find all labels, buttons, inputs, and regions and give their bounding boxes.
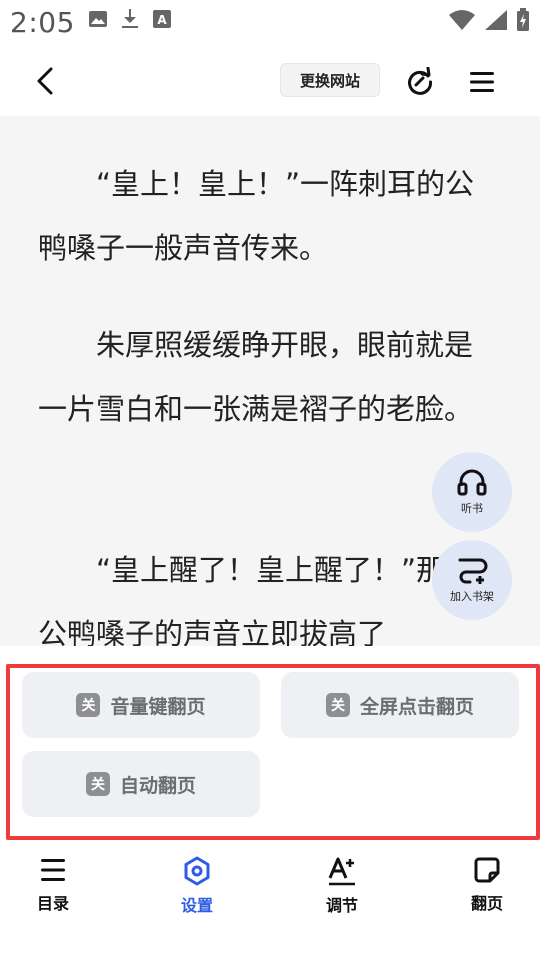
auto-page-turn-toggle[interactable]: 关 自动翻页 (22, 751, 260, 817)
status-bar: 2:05 A (0, 0, 540, 46)
font-adjust-icon (328, 857, 355, 886)
add-to-shelf-label: 加入书架 (450, 590, 494, 603)
fullscreen-tap-page-turn-label: 全屏点击翻页 (359, 695, 474, 718)
change-site-button[interactable]: 更换网站 (280, 63, 380, 97)
nav-catalog-label: 目录 (36, 894, 69, 913)
reader-paragraph: 朱厚照缓缓睁开眼，眼前就是一片雪白和一张满是褶子的老脸。 (38, 328, 474, 426)
wifi-icon (449, 10, 475, 30)
off-badge: 关 (325, 693, 350, 717)
back-button[interactable] (28, 62, 62, 100)
status-system-icons (448, 8, 530, 32)
auto-page-turn-label: 自动翻页 (119, 774, 196, 797)
svg-text:A: A (157, 13, 167, 27)
add-shelf-icon (458, 558, 488, 584)
reader-paragraph: “皇上！皇上！”一阵刺耳的公鸭嗓子一般声音传来。 (38, 167, 475, 265)
image-icon (89, 11, 107, 27)
headphones-icon (457, 469, 487, 496)
status-notification-icons: A (88, 8, 172, 30)
list-icon (41, 859, 65, 881)
reader-paragraph: “皇上醒了！皇上醒了！”那个公鸭嗓子的声音立即拔高了 (38, 553, 475, 646)
page-turn-icon (474, 857, 500, 883)
volume-key-page-turn-toggle[interactable]: 关 音量键翻页 (22, 672, 260, 738)
menu-icon (470, 72, 494, 92)
volume-key-page-turn-label: 音量键翻页 (110, 695, 206, 718)
off-badge: 关 (76, 693, 101, 717)
off-badge: 关 (85, 772, 110, 796)
refresh-icon (408, 67, 433, 95)
font-a-icon: A (153, 10, 171, 28)
top-nav: 更换网站 (0, 46, 540, 116)
download-icon (122, 9, 138, 28)
listen-book-label: 听书 (461, 502, 483, 515)
settings-hexagon-icon (184, 856, 210, 886)
chevron-left-icon (37, 67, 53, 95)
refresh-button[interactable] (402, 64, 438, 100)
nav-adjust[interactable]: 调节 (302, 856, 382, 922)
listen-book-button[interactable]: 听书 (432, 452, 512, 532)
bottom-nav: 目录 设置 调节 翻页 (0, 846, 540, 960)
nav-adjust-label: 调节 (325, 896, 358, 915)
menu-button[interactable] (464, 64, 500, 100)
nav-settings[interactable]: 设置 (157, 856, 237, 922)
status-time: 2:05 (10, 6, 75, 39)
add-to-shelf-button[interactable]: 加入书架 (432, 540, 512, 620)
reader-content[interactable]: “皇上！皇上！”一阵刺耳的公鸭嗓子一般声音传来。 朱厚照缓缓睁开眼，眼前就是一片… (0, 116, 540, 646)
battery-icon (517, 8, 529, 31)
nav-page-turn-label: 翻页 (470, 894, 503, 913)
nav-settings-label: 设置 (180, 896, 213, 915)
nav-page-turn[interactable]: 翻页 (447, 856, 527, 922)
fullscreen-tap-page-turn-toggle[interactable]: 关 全屏点击翻页 (281, 672, 519, 738)
signal-icon (485, 10, 507, 30)
nav-catalog[interactable]: 目录 (13, 856, 93, 922)
